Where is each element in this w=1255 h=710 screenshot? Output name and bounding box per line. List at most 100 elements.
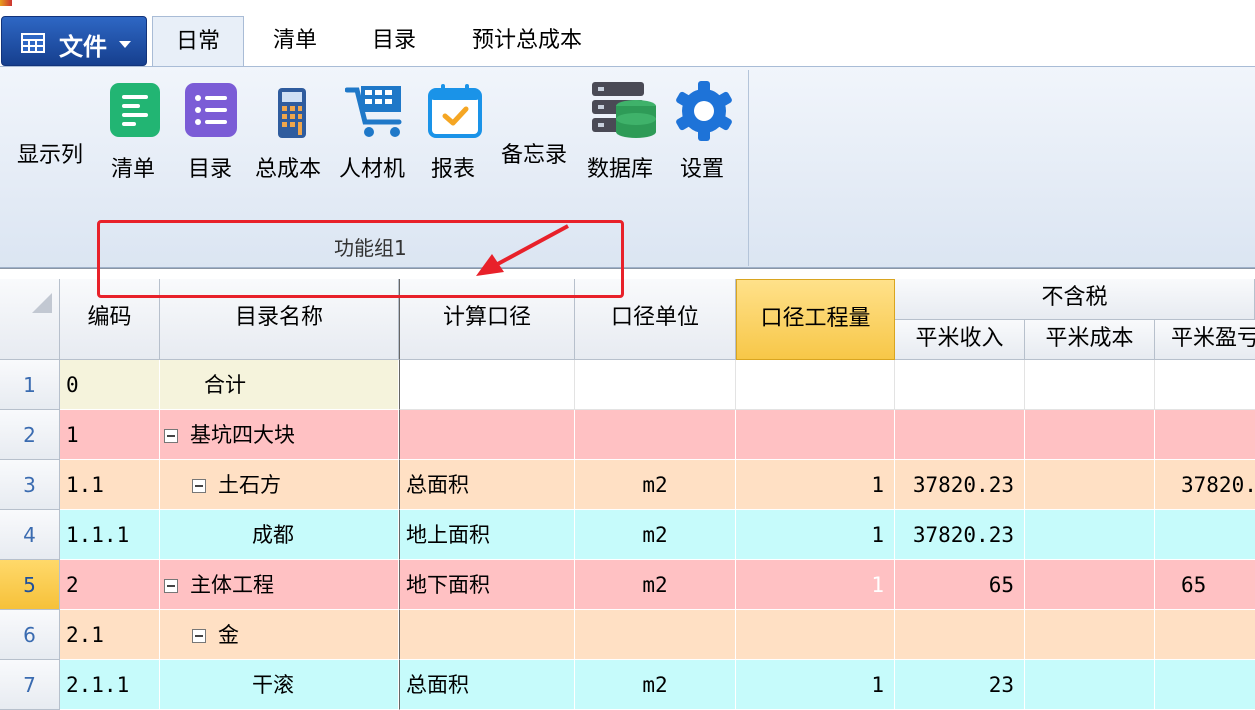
collapse-toggle-icon[interactable]	[164, 429, 178, 443]
cell-qty[interactable]	[736, 610, 895, 660]
data-grid: 编码 目录名称 计算口径 口径单位 口径工程量 不含税 平米收入 平米成本 平米…	[0, 268, 1255, 710]
cell-name[interactable]: 合计	[160, 360, 399, 410]
cell-name[interactable]: 土石方	[160, 460, 399, 510]
labor-material-machine-button[interactable]: 人材机	[339, 151, 405, 183]
cell-income[interactable]: 65	[895, 560, 1025, 610]
row-number[interactable]: 1	[0, 360, 60, 410]
cell-income[interactable]: 37820.23	[895, 460, 1025, 510]
cell-profit[interactable]	[1155, 510, 1255, 560]
header-profit-per-sqm[interactable]: 平米盈亏	[1155, 320, 1255, 360]
cell-name[interactable]: 基坑四大块	[160, 410, 399, 460]
annotation-arrow-icon	[476, 224, 569, 276]
tab-catalog[interactable]: 目录	[350, 16, 438, 66]
cell-profit[interactable]	[1155, 610, 1255, 660]
cell-profit[interactable]	[1155, 410, 1255, 460]
row-name-label: 土石方	[218, 473, 281, 497]
cell-calc[interactable]: 总面积	[399, 660, 575, 710]
catalog-button[interactable]: 目录	[188, 151, 232, 183]
cell-cost[interactable]	[1025, 360, 1155, 410]
tab-daily[interactable]: 日常	[152, 16, 244, 67]
cell-qty[interactable]: 1	[736, 510, 895, 560]
cell-income[interactable]: 37820.23	[895, 510, 1025, 560]
cell-calc[interactable]: 总面积	[399, 460, 575, 510]
cell-code[interactable]: 1.1	[60, 460, 160, 510]
shopping-cart-icon[interactable]	[345, 82, 409, 144]
collapse-toggle-icon[interactable]	[164, 579, 178, 593]
calculator-icon[interactable]	[266, 86, 322, 148]
cell-cost[interactable]	[1025, 510, 1155, 560]
grid-corner[interactable]	[0, 279, 60, 360]
cell-name[interactable]: 成都	[160, 510, 399, 560]
cell-unit[interactable]	[575, 610, 736, 660]
cell-code[interactable]: 0	[60, 360, 160, 410]
cell-cost[interactable]	[1025, 660, 1155, 710]
cell-cost[interactable]	[1025, 460, 1155, 510]
cell-calc[interactable]: 地上面积	[399, 510, 575, 560]
row-number[interactable]: 5	[0, 560, 60, 610]
cell-qty[interactable]	[736, 360, 895, 410]
collapse-toggle-icon[interactable]	[192, 629, 206, 643]
cell-unit[interactable]	[575, 410, 736, 460]
row-number[interactable]: 7	[0, 660, 60, 710]
cell-qty[interactable]: 1	[736, 660, 895, 710]
cell-calc[interactable]	[399, 610, 575, 660]
gear-icon[interactable]	[674, 80, 734, 142]
total-cost-button[interactable]: 总成本	[255, 151, 321, 183]
row-number[interactable]: 2	[0, 410, 60, 460]
cell-profit[interactable]: 37820.23	[1155, 460, 1255, 510]
show-columns-button[interactable]: 显示列	[17, 137, 83, 169]
row-number[interactable]: 3	[0, 460, 60, 510]
row-number[interactable]: 6	[0, 610, 60, 660]
cell-code[interactable]: 2.1.1	[60, 660, 160, 710]
tab-estimated-total-cost[interactable]: 预计总成本	[452, 16, 602, 66]
calendar-check-icon[interactable]	[427, 82, 483, 144]
file-menu-label: 文件	[59, 33, 107, 61]
cell-income[interactable]	[895, 410, 1025, 460]
header-quantity[interactable]: 口径工程量	[736, 279, 895, 360]
header-cost-per-sqm[interactable]: 平米成本	[1025, 320, 1155, 360]
header-group-no-tax[interactable]: 不含税	[895, 279, 1255, 320]
cell-calc[interactable]: 地下面积	[399, 560, 575, 610]
cell-profit[interactable]	[1155, 660, 1255, 710]
cell-qty[interactable]	[736, 410, 895, 460]
cell-unit[interactable]: m2	[575, 510, 736, 560]
list-document-icon[interactable]	[108, 80, 164, 142]
database-icon[interactable]	[590, 80, 658, 142]
cell-income[interactable]	[895, 360, 1025, 410]
cell-calc[interactable]	[399, 360, 575, 410]
row-number[interactable]: 4	[0, 510, 60, 560]
cell-cost[interactable]	[1025, 410, 1155, 460]
header-income-per-sqm[interactable]: 平米收入	[895, 320, 1025, 360]
cell-name[interactable]: 主体工程	[160, 560, 399, 610]
file-menu-button[interactable]: 文件	[1, 16, 147, 66]
cell-unit[interactable]: m2	[575, 660, 736, 710]
cell-profit[interactable]: 65	[1155, 560, 1255, 610]
cell-income[interactable]	[895, 610, 1025, 660]
tab-list[interactable]: 清单	[250, 16, 340, 66]
cell-code[interactable]: 2.1	[60, 610, 160, 660]
cell-cost[interactable]	[1025, 610, 1155, 660]
cell-name[interactable]: 干滚	[160, 660, 399, 710]
row-name-label: 成都	[252, 523, 294, 547]
cell-income[interactable]: 23	[895, 660, 1025, 710]
list-button[interactable]: 清单	[111, 151, 155, 183]
cell-unit[interactable]: m2	[575, 460, 736, 510]
cell-unit[interactable]	[575, 360, 736, 410]
cell-profit[interactable]	[1155, 360, 1255, 410]
cell-qty[interactable]: 1	[736, 460, 895, 510]
memo-button[interactable]: 备忘录	[501, 137, 567, 169]
cell-code[interactable]: 1	[60, 410, 160, 460]
cell-code[interactable]: 1.1.1	[60, 510, 160, 560]
cell-calc[interactable]	[399, 410, 575, 460]
cell-unit[interactable]: m2	[575, 560, 736, 610]
cell-cost[interactable]	[1025, 560, 1155, 610]
cell-name[interactable]: 金	[160, 610, 399, 660]
settings-button[interactable]: 设置	[680, 151, 724, 183]
catalog-list-icon[interactable]	[183, 80, 239, 142]
select-all-icon	[32, 293, 52, 313]
report-button[interactable]: 报表	[431, 151, 475, 183]
cell-code[interactable]: 2	[60, 560, 160, 610]
cell-qty[interactable]: 1	[736, 560, 895, 610]
database-button[interactable]: 数据库	[587, 151, 653, 183]
collapse-toggle-icon[interactable]	[192, 479, 206, 493]
